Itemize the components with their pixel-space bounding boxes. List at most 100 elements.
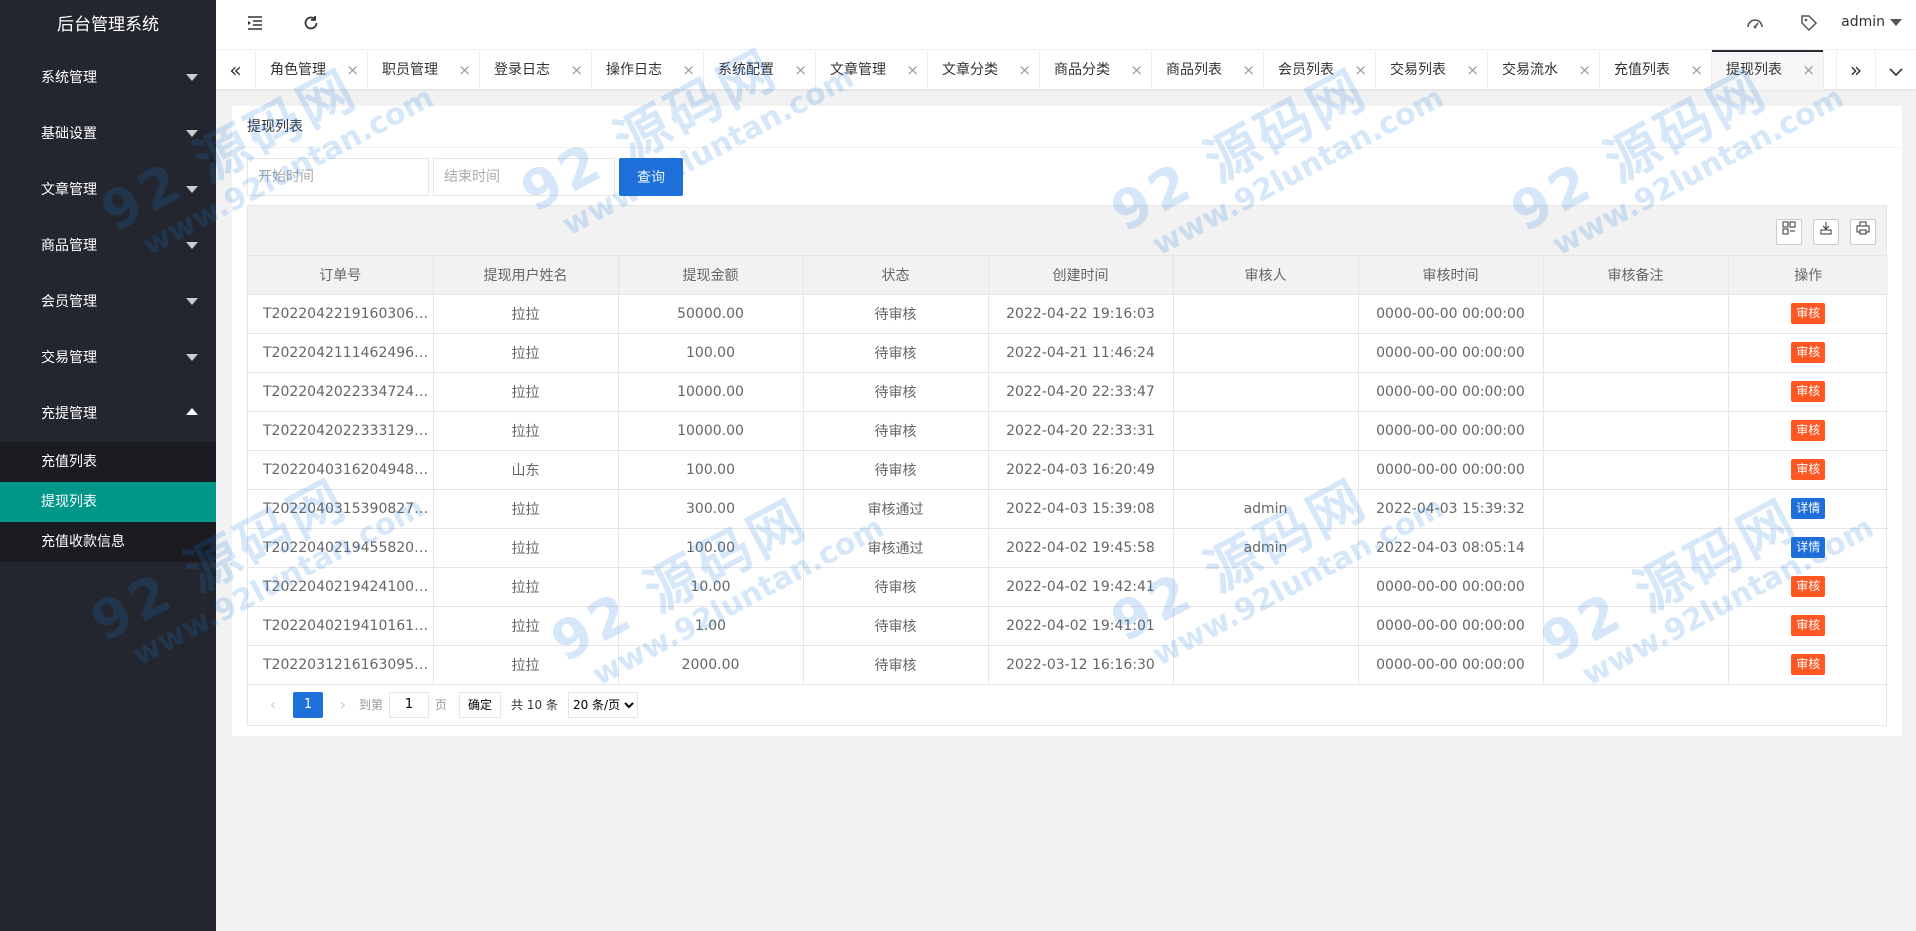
user-name: admin (1841, 14, 1885, 30)
table-row: T20220422191603066... 拉拉 50000.00 待审核 2022-0… (248, 294, 1888, 334)
detail-button[interactable]: 详情 (1791, 537, 1826, 558)
close-icon[interactable]: × (1130, 50, 1143, 90)
header-status[interactable]: 状态 (803, 256, 989, 295)
main-area: admin « 角色管理 × 职员管理 × 登录日志 × 操作日志 × 系统配置 × 文章… (216, 0, 1916, 931)
tabs-scroll-right-icon[interactable]: » (1836, 50, 1876, 90)
header-review-note[interactable]: 审核备注 (1543, 256, 1729, 295)
close-icon[interactable]: × (1578, 50, 1591, 90)
review-button[interactable]: 审核 (1791, 303, 1826, 324)
table-row: T20220312161630955... 拉拉 2000.00 待审核 2022-03… (248, 645, 1888, 685)
tab-staff-management[interactable]: 职员管理 × (368, 50, 480, 90)
close-icon[interactable]: × (346, 50, 359, 90)
sidebar-item-basic-settings[interactable]: 基础设置 (0, 106, 216, 162)
sidebar-item-system[interactable]: 系统管理 (0, 50, 216, 106)
cell-status: 待审核 (803, 606, 989, 646)
cell-status: 审核通过 (803, 489, 989, 529)
goto-page-input[interactable] (389, 691, 430, 718)
tab-deposit-list[interactable]: 充值列表 × (1600, 50, 1712, 90)
goto-confirm-button[interactable]: 确定 (459, 691, 502, 718)
cell-review-note (1543, 450, 1729, 490)
sidebar-subitem-deposit-list[interactable]: 充值列表 (0, 442, 216, 482)
close-icon[interactable]: × (1690, 50, 1703, 90)
close-icon[interactable]: × (458, 50, 471, 90)
close-icon[interactable]: × (794, 50, 807, 90)
close-icon[interactable]: × (1466, 50, 1479, 90)
review-button[interactable]: 审核 (1791, 576, 1826, 597)
tag-icon[interactable] (1798, 14, 1820, 36)
user-menu[interactable]: admin (1841, 14, 1902, 30)
tab-label: 交易流水 (1502, 62, 1558, 78)
cell-amount: 1.00 (618, 606, 804, 646)
tab-trade-list[interactable]: 交易列表 × (1376, 50, 1488, 90)
menu-fold-icon[interactable] (244, 14, 266, 36)
tab-label: 充值列表 (1614, 62, 1670, 78)
table-row: T20220403153908277... 拉拉 300.00 审核通过 2022-04… (248, 489, 1888, 529)
close-icon[interactable]: × (1354, 50, 1367, 90)
header-reviewed-at[interactable]: 审核时间 (1358, 256, 1544, 295)
table-row: T20220420223347247... 拉拉 10000.00 待审核 2022-0… (248, 372, 1888, 412)
tab-article-category[interactable]: 文章分类 × (928, 50, 1040, 90)
close-icon[interactable]: × (1242, 50, 1255, 90)
header-amount[interactable]: 提现金额 (618, 256, 804, 295)
close-icon[interactable]: × (906, 50, 919, 90)
cell-amount: 100.00 (618, 450, 804, 490)
sidebar-subitem-withdraw-list[interactable]: 提现列表 (0, 482, 216, 522)
sidebar-item-members[interactable]: 会员管理 (0, 274, 216, 330)
chevron-down-icon (186, 130, 198, 137)
review-button[interactable]: 审核 (1791, 342, 1826, 363)
cell-created-at: 2022-04-03 16:20:49 (988, 450, 1174, 490)
refresh-icon[interactable] (300, 14, 322, 36)
header-user-name[interactable]: 提现用户姓名 (433, 256, 619, 295)
dashboard-icon[interactable] (1744, 14, 1766, 36)
prev-page-icon[interactable]: ‹ (263, 695, 283, 714)
review-button[interactable]: 审核 (1791, 381, 1826, 402)
header-reviewer[interactable]: 审核人 (1173, 256, 1359, 295)
tabs-dropdown-icon[interactable] (1876, 50, 1916, 90)
tabs-scroll-left-icon[interactable]: « (216, 50, 256, 90)
cell-created-at: 2022-04-21 11:46:24 (988, 333, 1174, 373)
sidebar-item-deposit-withdraw[interactable]: 充提管理 (0, 386, 216, 442)
tab-role-management[interactable]: 角色管理 × (256, 50, 368, 90)
review-button[interactable]: 审核 (1791, 420, 1826, 441)
sidebar-item-products[interactable]: 商品管理 (0, 218, 216, 274)
cell-action: 详情 (1728, 489, 1888, 529)
page-1-button[interactable]: 1 (293, 691, 323, 718)
tab-product-list[interactable]: 商品列表 × (1152, 50, 1264, 90)
sidebar-item-trades[interactable]: 交易管理 (0, 330, 216, 386)
cell-user-name: 拉拉 (433, 489, 619, 529)
tab-withdraw-list[interactable]: 提现列表 × (1712, 50, 1824, 90)
columns-filter-icon[interactable] (1776, 219, 1802, 245)
header-created-at[interactable]: 创建时间 (988, 256, 1174, 295)
query-button[interactable]: 查询 (619, 158, 683, 196)
review-button[interactable]: 审核 (1791, 615, 1826, 636)
table-header-row: 订单号 提现用户姓名 提现金额 状态 创建时间 审核人 审核时间 审核备注 操作 (248, 256, 1888, 295)
tab-system-config[interactable]: 系统配置 × (704, 50, 816, 90)
review-button[interactable]: 审核 (1791, 459, 1826, 480)
tab-article-management[interactable]: 文章管理 × (816, 50, 928, 90)
sidebar-item-articles[interactable]: 文章管理 (0, 162, 216, 218)
detail-button[interactable]: 详情 (1791, 498, 1826, 519)
tab-member-list[interactable]: 会员列表 × (1264, 50, 1376, 90)
close-icon[interactable]: × (1802, 50, 1815, 90)
print-icon[interactable] (1850, 219, 1876, 245)
next-page-icon[interactable]: › (333, 695, 353, 714)
tab-trade-flow[interactable]: 交易流水 × (1488, 50, 1600, 90)
tab-label: 提现列表 (1726, 62, 1782, 78)
tab-login-log[interactable]: 登录日志 × (480, 50, 592, 90)
close-icon[interactable]: × (1018, 50, 1031, 90)
review-button[interactable]: 审核 (1791, 654, 1826, 675)
export-icon[interactable] (1813, 219, 1839, 245)
tab-operation-log[interactable]: 操作日志 × (592, 50, 704, 90)
tab-product-category[interactable]: 商品分类 × (1040, 50, 1152, 90)
tab-label: 系统配置 (718, 62, 774, 78)
close-icon[interactable]: × (682, 50, 695, 90)
cell-user-name: 拉拉 (433, 294, 619, 334)
sidebar-subitem-deposit-account[interactable]: 充值收款信息 (0, 522, 216, 562)
page-size-select[interactable]: 20 条/页 (567, 691, 638, 718)
cell-user-name: 拉拉 (433, 606, 619, 646)
header-order-no[interactable]: 订单号 (248, 256, 434, 295)
end-time-input[interactable] (433, 158, 615, 196)
start-time-input[interactable] (247, 158, 429, 196)
close-icon[interactable]: × (570, 50, 583, 90)
cell-order-no: T20220403162049486... (248, 450, 434, 490)
